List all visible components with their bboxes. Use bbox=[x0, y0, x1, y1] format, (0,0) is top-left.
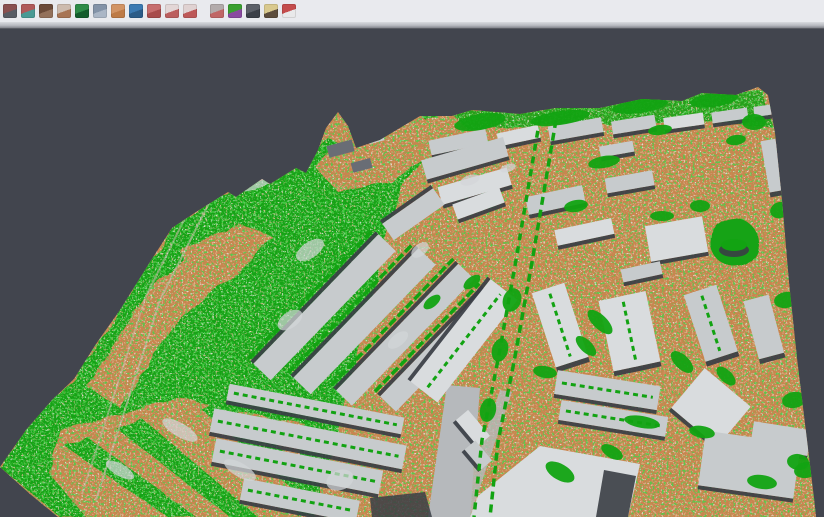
toolbar bbox=[0, 0, 824, 22]
tree-canopy bbox=[742, 114, 766, 130]
layer-stack-icon[interactable] bbox=[147, 4, 161, 18]
viewport-3d[interactable] bbox=[0, 0, 824, 517]
globe-icon[interactable] bbox=[129, 4, 143, 18]
toolbar-separator bbox=[0, 22, 824, 29]
park bbox=[721, 239, 747, 251]
terrain-model-icon[interactable] bbox=[39, 4, 53, 18]
open-cloud-icon[interactable] bbox=[3, 4, 17, 18]
ortho-tile-icon[interactable] bbox=[111, 4, 125, 18]
selection-circle-icon[interactable] bbox=[165, 4, 179, 18]
point-cloud-scene bbox=[0, 0, 824, 517]
register-clouds-icon[interactable] bbox=[21, 4, 35, 18]
dem-surface-icon[interactable] bbox=[75, 4, 89, 18]
sparse-points-icon[interactable] bbox=[57, 4, 71, 18]
tree-canopy bbox=[650, 211, 674, 221]
grid-tool-icon[interactable] bbox=[210, 4, 224, 18]
clear-marks-icon[interactable] bbox=[264, 4, 278, 18]
classification-icon[interactable] bbox=[228, 4, 242, 18]
snapshot-icon[interactable] bbox=[246, 4, 260, 18]
flag-icon[interactable] bbox=[282, 4, 296, 18]
crop-box-icon[interactable] bbox=[183, 4, 197, 18]
tree-canopy bbox=[690, 200, 710, 212]
profile-section-icon[interactable] bbox=[93, 4, 107, 18]
application-window bbox=[0, 0, 824, 517]
